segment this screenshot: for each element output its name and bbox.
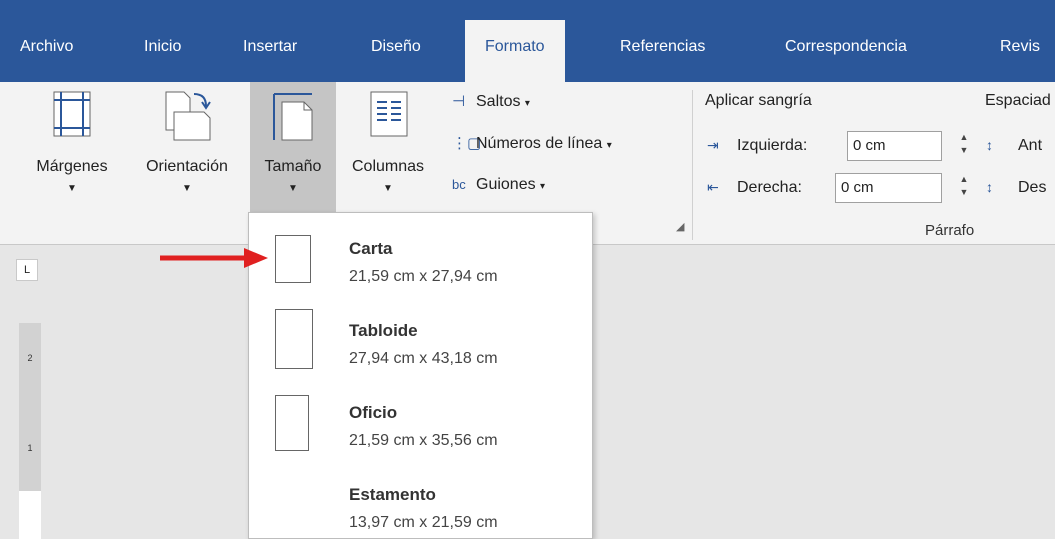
page-size-icon	[275, 309, 313, 369]
orientation-icon	[165, 91, 211, 141]
spacing-before-label: Ant	[1018, 137, 1043, 154]
orientation-label: Orientación	[146, 158, 228, 175]
orientation-button[interactable]: Orientación ▼	[128, 82, 246, 212]
margins-button[interactable]: Márgenes ▼	[20, 82, 124, 212]
page-size-icon	[275, 395, 309, 451]
paragraph-group-label: Párrafo	[925, 222, 975, 239]
size-option-oficio[interactable]: Oficio 21,59 cm x 35,56 cm	[249, 385, 592, 467]
tab-correspondencia[interactable]: Correspondencia	[785, 38, 907, 56]
size-option-dims: 21,59 cm x 27,94 cm	[349, 268, 498, 285]
tab-insertar[interactable]: Insertar	[243, 38, 297, 56]
size-option-dims: 27,94 cm x 43,18 cm	[349, 350, 498, 367]
ribbon-tab-bar: Archivo Inicio Insertar Diseño Formato R…	[0, 0, 1055, 82]
indent-left-label: Izquierda:	[737, 137, 808, 154]
page-size-icon	[275, 235, 311, 283]
indent-right-input[interactable]: 0 cm	[835, 173, 942, 203]
spacing-after-label: Des	[1018, 179, 1047, 196]
tab-revisar[interactable]: Revis	[1000, 38, 1040, 56]
line-numbers-label: Números de línea	[476, 135, 603, 152]
tab-selector-button[interactable]: L	[16, 259, 38, 281]
columns-icon	[370, 91, 408, 137]
size-option-dims: 13,97 cm x 21,59 cm	[349, 514, 498, 531]
tab-diseno[interactable]: Diseño	[371, 38, 421, 56]
tab-referencias[interactable]: Referencias	[620, 38, 705, 56]
chevron-down-icon: ▾	[606, 140, 612, 151]
size-option-name: Oficio	[349, 403, 398, 422]
group-separator	[692, 90, 693, 240]
line-numbers-button[interactable]: ⋮▢Números de línea ▾	[452, 134, 612, 153]
size-button[interactable]: Tamaño ▼	[250, 82, 336, 212]
indent-right-icon: ⇤	[707, 179, 719, 195]
chevron-down-icon: ▼	[383, 183, 393, 194]
margins-label: Márgenes	[36, 158, 108, 175]
tab-formato[interactable]: Formato	[465, 20, 565, 82]
tab-inicio[interactable]: Inicio	[144, 38, 181, 56]
spacing-heading: Espaciad	[985, 92, 1051, 109]
page-size-menu: Carta 21,59 cm x 27,94 cm Tabloide 27,94…	[248, 212, 593, 539]
ruler-mark-2: 2	[27, 353, 33, 363]
size-option-estamento[interactable]: Estamento 13,97 cm x 21,59 cm	[249, 467, 592, 538]
vertical-ruler: 2 1	[19, 323, 41, 539]
indent-left-stepper[interactable]: ▲ ▼	[955, 131, 973, 161]
spacing-before-icon: ↕	[986, 137, 993, 153]
red-arrow-annotation	[160, 248, 268, 268]
indent-left-input[interactable]: 0 cm	[847, 131, 942, 161]
indent-right-label: Derecha:	[737, 179, 802, 196]
columns-button[interactable]: Columnas ▼	[339, 82, 437, 212]
chevron-down-icon: ▼	[67, 183, 77, 194]
ruler-mark-1: 1	[27, 443, 33, 453]
size-option-name: Estamento	[349, 485, 436, 504]
page-setup-launcher-icon[interactable]: ◢	[676, 220, 684, 233]
size-option-name: Tabloide	[349, 321, 418, 340]
ruler-page-region	[19, 491, 41, 539]
chevron-down-icon: ▼	[182, 183, 192, 194]
size-label: Tamaño	[264, 158, 322, 175]
chevron-down-icon: ▾	[540, 181, 546, 192]
tab-archivo[interactable]: Archivo	[20, 38, 73, 56]
margins-icon	[53, 91, 91, 137]
chevron-down-icon: ▾	[524, 98, 530, 109]
breaks-button[interactable]: ⊣ Saltos ▾	[452, 92, 530, 111]
size-option-tabloide[interactable]: Tabloide 27,94 cm x 43,18 cm	[249, 303, 592, 385]
hyphenation-icon: bc	[452, 177, 466, 192]
spacing-after-icon: ↕	[986, 179, 993, 195]
hyphenation-button[interactable]: bc Guiones ▾	[452, 176, 545, 194]
breaks-label: Saltos	[476, 93, 521, 110]
size-icon	[273, 93, 313, 141]
indent-heading: Aplicar sangría	[705, 92, 812, 109]
size-option-carta[interactable]: Carta 21,59 cm x 27,94 cm	[249, 221, 592, 303]
indent-left-icon: ⇥	[707, 137, 719, 153]
indent-right-stepper[interactable]: ▲ ▼	[955, 173, 973, 203]
size-option-dims: 21,59 cm x 35,56 cm	[349, 432, 498, 449]
line-numbers-icon: ⋮▢	[452, 135, 482, 152]
size-option-name: Carta	[349, 239, 393, 258]
hyphenation-label: Guiones	[476, 176, 536, 193]
columns-label: Columnas	[351, 158, 425, 175]
breaks-icon: ⊣	[452, 93, 466, 110]
chevron-down-icon: ▼	[288, 183, 298, 194]
